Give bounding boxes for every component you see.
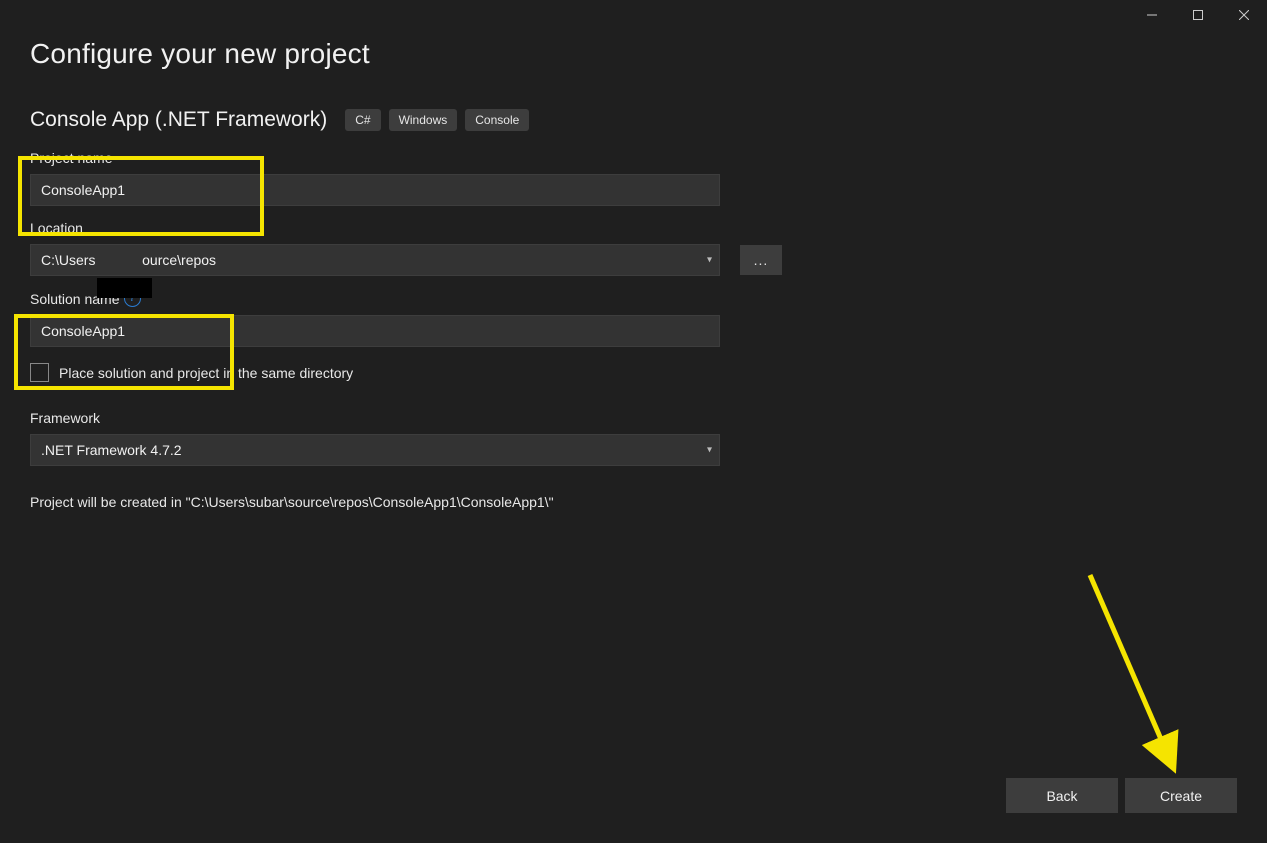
browse-button[interactable]: ... <box>740 245 782 275</box>
close-button[interactable] <box>1221 0 1267 30</box>
framework-label: Framework <box>30 410 720 426</box>
titlebar <box>0 0 1267 30</box>
same-directory-label: Place solution and project in the same d… <box>59 365 353 381</box>
minimize-icon <box>1147 10 1157 20</box>
content-area: Configure your new project Console App (… <box>0 30 1267 540</box>
project-path-summary: Project will be created in "C:\Users\sub… <box>30 494 1237 510</box>
template-subtitle: Console App (.NET Framework) <box>30 108 327 132</box>
project-name-label: Project name <box>30 150 720 166</box>
new-project-dialog: Configure your new project Console App (… <box>0 0 1267 843</box>
minimize-button[interactable] <box>1129 0 1175 30</box>
tag-windows: Windows <box>389 109 458 131</box>
same-directory-row: Place solution and project in the same d… <box>30 363 720 382</box>
create-button[interactable]: Create <box>1125 778 1237 813</box>
annotation-arrow <box>1080 565 1190 785</box>
location-input[interactable] <box>30 244 720 276</box>
solution-name-input[interactable] <box>30 315 720 347</box>
maximize-icon <box>1193 10 1203 20</box>
location-combo[interactable]: ▾ <box>30 244 720 276</box>
template-tags: C# Windows Console <box>345 109 529 131</box>
location-label: Location <box>30 220 720 236</box>
subtitle-row: Console App (.NET Framework) C# Windows … <box>30 108 1237 132</box>
back-button[interactable]: Back <box>1006 778 1118 813</box>
maximize-button[interactable] <box>1175 0 1221 30</box>
page-title: Configure your new project <box>30 38 1237 70</box>
redaction-box <box>97 278 152 298</box>
same-directory-checkbox[interactable] <box>30 363 49 382</box>
form-area-2: Solution name i Place solution and proje… <box>30 290 720 466</box>
form-area: Project name Location <box>30 150 720 236</box>
footer-buttons: Back Create <box>1006 778 1237 813</box>
framework-input[interactable] <box>30 434 720 466</box>
tag-csharp: C# <box>345 109 380 131</box>
project-name-input[interactable] <box>30 174 720 206</box>
tag-console: Console <box>465 109 529 131</box>
close-icon <box>1239 10 1249 20</box>
framework-combo[interactable]: ▾ <box>30 434 720 466</box>
location-row: ▾ ... <box>30 244 785 276</box>
